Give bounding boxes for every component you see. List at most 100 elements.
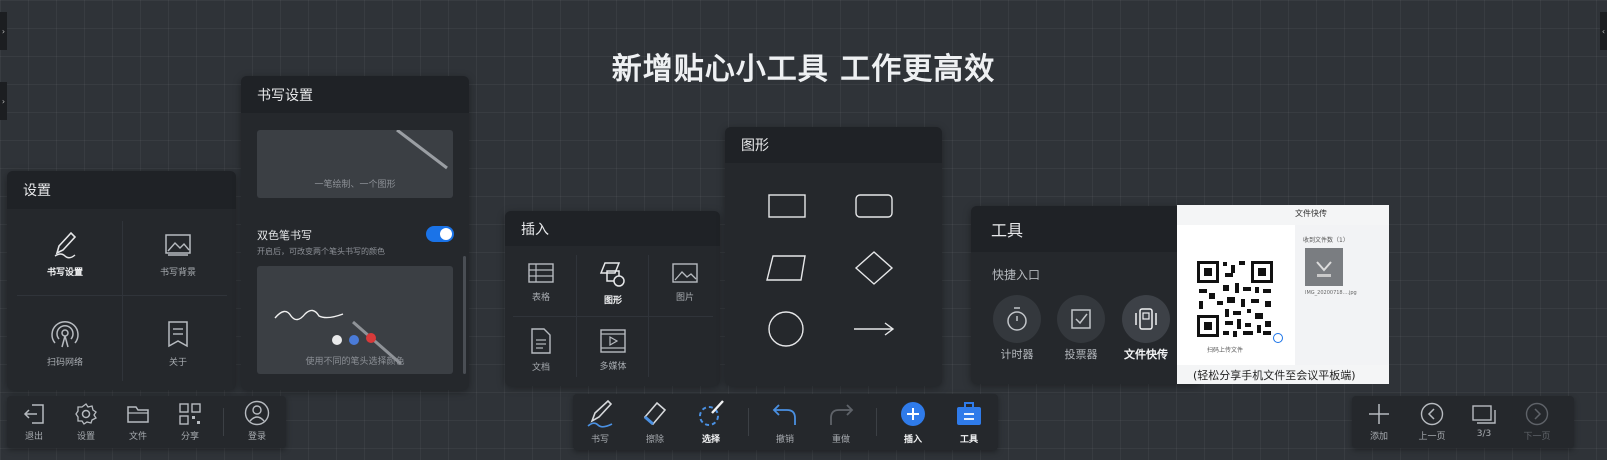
shape-palette <box>766 194 895 347</box>
tools-label: 工具 <box>959 435 978 445</box>
dual-pen-toggle[interactable] <box>426 226 454 242</box>
exit-icon <box>22 402 46 426</box>
next-page-label: 下一页 <box>1523 432 1551 442</box>
eraser-icon <box>641 399 669 429</box>
file-transfer-button[interactable] <box>1122 295 1170 343</box>
insert-panel-title: 插入 <box>505 211 720 246</box>
redo-button[interactable]: 重做 <box>816 399 866 445</box>
file-transfer-popup: 文件快传 收到文件数（1） IMG_20200718....jpg 扫码上传文件… <box>1177 205 1389 384</box>
insert-item-shapes[interactable]: 图形 <box>577 249 649 315</box>
add-label: 添加 <box>1369 432 1388 442</box>
tools-button[interactable]: 工具 <box>944 399 994 445</box>
next-page-icon <box>1525 402 1549 426</box>
share-button[interactable]: 分享 <box>165 402 215 442</box>
file-transfer-label: 文件快传 <box>1124 348 1168 361</box>
settings-item-label: 关于 <box>168 358 187 368</box>
writing-panel-title: 书写设置 <box>241 76 469 113</box>
shapes-panel: 图形 <box>725 127 942 386</box>
scrollbar[interactable] <box>463 256 466 374</box>
document-icon <box>530 327 552 354</box>
writing-settings-panel: 书写设置 一笔绘制、一个图形 双色笔书写 开启后，可改变两个笔头书写的颜色 使用… <box>241 76 469 390</box>
settings-label: 设置 <box>76 432 95 442</box>
timer-button[interactable] <box>993 295 1041 343</box>
pen-icon <box>51 229 79 259</box>
settings-item-label: 书写设置 <box>46 268 83 278</box>
settings-item-network[interactable]: 扫码网络 <box>29 319 101 368</box>
scan-caption: 扫码上传文件 <box>1207 347 1244 354</box>
redo-label: 重做 <box>831 435 850 445</box>
insert-panel: 插入 表格 图形 图片 文档 多媒体 <box>505 211 720 386</box>
tools-panel: 工具 快捷入口 计时器 投票器 文件快传 <box>971 206 1201 384</box>
file-transfer-icon <box>1133 306 1159 332</box>
erase-label: 擦除 <box>645 435 664 445</box>
picture-icon <box>672 262 698 284</box>
qr-grid-icon <box>178 402 202 426</box>
gear-icon <box>74 402 98 426</box>
insert-item-media[interactable]: 多媒体 <box>577 317 649 383</box>
insert-item-document[interactable]: 文档 <box>505 317 577 383</box>
insert-item-label: 多媒体 <box>599 361 627 372</box>
redo-icon <box>827 399 855 429</box>
zoom-icon[interactable] <box>1273 333 1283 343</box>
lasso-icon <box>696 399 726 429</box>
select-label: 选择 <box>701 435 720 445</box>
vote-label: 投票器 <box>1064 348 1098 361</box>
file-thumbnail[interactable] <box>1305 248 1343 286</box>
settings-item-background[interactable]: 书写背景 <box>142 229 214 278</box>
write-label: 书写 <box>590 435 609 445</box>
parallelogram-shape[interactable] <box>766 255 806 281</box>
toolbar-separator <box>876 408 877 436</box>
insert-item-label: 图形 <box>603 295 622 306</box>
toolbar-separator <box>748 408 749 436</box>
stylus-illustration <box>396 130 448 170</box>
media-icon <box>600 328 626 353</box>
chevron-right-icon: › <box>1 26 6 36</box>
settings-item-writing[interactable]: 书写设置 <box>29 229 101 278</box>
toggle-knob <box>440 228 452 240</box>
undo-button[interactable]: 撤销 <box>760 399 810 445</box>
popup-title: 文件快传 <box>1295 209 1327 218</box>
vote-icon <box>1069 307 1093 331</box>
add-page-button[interactable]: 添加 <box>1354 402 1404 442</box>
settings-item-about[interactable]: 关于 <box>142 319 214 368</box>
toolbox-icon <box>954 399 984 429</box>
rectangle-shape[interactable] <box>768 194 806 218</box>
files-button[interactable]: 文件 <box>113 402 163 442</box>
circle-shape[interactable] <box>768 311 804 347</box>
popup-header <box>1177 205 1389 225</box>
undo-label: 撤销 <box>775 435 794 445</box>
popup-footer-caption: (轻松分享手机文件至会议平板端) <box>1193 369 1356 382</box>
vote-button[interactable] <box>1057 295 1105 343</box>
bottom-center-toolbar: 书写 擦除 选择 撤销 重做 插入 工具 <box>573 394 998 450</box>
settings-button[interactable]: 设置 <box>61 402 111 442</box>
share-label: 分享 <box>180 432 199 442</box>
rounded-rectangle-shape[interactable] <box>855 194 893 218</box>
arrow-shape[interactable] <box>854 322 895 336</box>
file-name: IMG_20200718....jpg <box>1305 290 1357 296</box>
select-tool-button[interactable]: 选择 <box>686 399 736 445</box>
preview-caption: 一笔绘制、一个图形 <box>314 180 396 190</box>
page-counter: 3/3 <box>1476 429 1492 439</box>
prev-page-button[interactable]: 上一页 <box>1407 402 1457 442</box>
login-label: 登录 <box>247 432 266 442</box>
received-count: 收到文件数（1） <box>1303 237 1349 244</box>
shapes-icon <box>599 259 627 287</box>
dual-pen-subtitle: 开启后，可改变两个笔头书写的颜色 <box>257 247 385 256</box>
insert-item-table[interactable]: 表格 <box>505 249 577 315</box>
next-page-button[interactable]: 下一页 <box>1512 402 1562 442</box>
chevron-left-icon: ‹ <box>1601 26 1606 36</box>
diamond-shape[interactable] <box>854 251 894 285</box>
erase-tool-button[interactable]: 擦除 <box>630 399 680 445</box>
page-overview-button[interactable]: 3/3 <box>1459 402 1509 439</box>
toolbar-separator <box>223 408 224 436</box>
insert-item-picture[interactable]: 图片 <box>649 249 720 315</box>
dual-pen-title: 双色笔书写 <box>257 229 312 242</box>
pages-icon <box>1471 402 1497 426</box>
write-tool-button[interactable]: 书写 <box>575 399 625 445</box>
insert-button[interactable]: 插入 <box>888 399 938 445</box>
divider <box>17 295 227 296</box>
exit-button[interactable]: 退出 <box>9 402 59 442</box>
timer-label: 计时器 <box>1000 348 1034 361</box>
exit-label: 退出 <box>24 432 43 442</box>
login-button[interactable]: 登录 <box>232 400 282 442</box>
